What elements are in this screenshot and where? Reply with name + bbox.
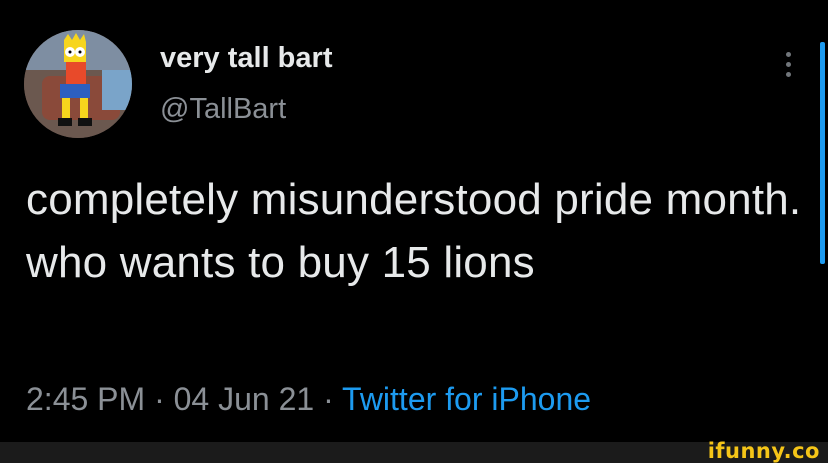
meta-separator: · (314, 381, 343, 417)
avatar[interactable] (24, 30, 132, 138)
user-handle[interactable]: @TallBart (160, 93, 286, 126)
tweet-date[interactable]: 04 Jun 21 (174, 381, 315, 417)
ifunny-watermark: ifunny.co (707, 439, 820, 463)
tweet-card: very tall bart @TallBart completely misu… (0, 0, 828, 442)
watermark-bar: ifunny.co (0, 439, 828, 463)
meta-separator: · (145, 381, 174, 417)
scrollbar[interactable] (820, 42, 825, 264)
tweet-source-link[interactable]: Twitter for iPhone (342, 381, 591, 417)
avatar-bart-icon (24, 30, 132, 138)
display-name[interactable]: very tall bart (160, 42, 332, 75)
tweet-time[interactable]: 2:45 PM (26, 381, 145, 417)
tweet-meta: 2:45 PM · 04 Jun 21 · Twitter for iPhone (26, 381, 591, 418)
tweet-text: completely misunderstood pride month. wh… (26, 175, 802, 287)
more-vertical-icon[interactable] (778, 44, 798, 84)
